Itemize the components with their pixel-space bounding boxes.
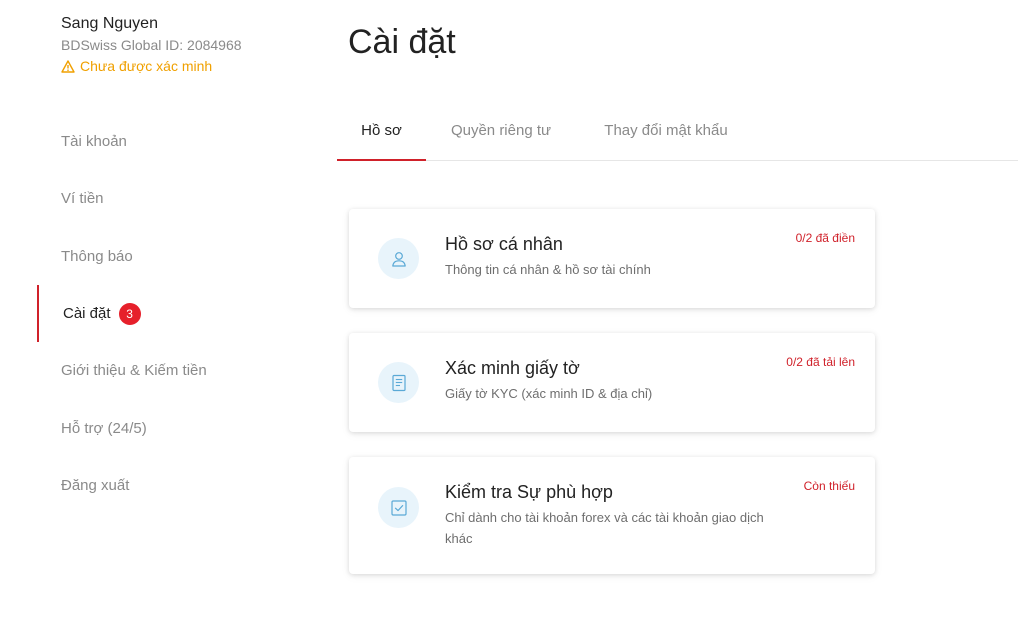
document-icon xyxy=(378,362,419,403)
user-info: Sang Nguyen BDSwiss Global ID: 2084968 C… xyxy=(61,14,242,76)
settings-tabs: Hồ sơ Quyền riêng tư Thay đổi mật khẩu xyxy=(337,100,1018,161)
sidebar-item-account[interactable]: Tài khoản xyxy=(0,113,300,170)
card-appropriateness-test[interactable]: Kiểm tra Sự phù hợp Chỉ dành cho tài kho… xyxy=(349,457,875,574)
tab-profile[interactable]: Hồ sơ xyxy=(337,100,426,161)
sidebar: Sang Nguyen BDSwiss Global ID: 2084968 C… xyxy=(0,0,300,631)
user-name: Sang Nguyen xyxy=(61,15,158,32)
sidebar-item-logout[interactable]: Đăng xuất xyxy=(0,457,300,514)
notification-badge: 3 xyxy=(118,302,141,325)
card-title: Hồ sơ cá nhân xyxy=(445,234,563,254)
sidebar-item-settings[interactable]: Cài đặt 3 xyxy=(0,284,300,343)
sidebar-item-referral[interactable]: Giới thiệu & Kiếm tiền xyxy=(0,342,300,399)
tab-change-password[interactable]: Thay đổi mật khẩu xyxy=(576,100,756,160)
card-personal-profile[interactable]: Hồ sơ cá nhân Thông tin cá nhân & hồ sơ … xyxy=(349,209,875,308)
card-subtitle: Giấy tờ KYC (xác minh ID & địa chỉ) xyxy=(445,386,653,401)
card-status: Còn thiếu xyxy=(803,479,855,493)
card-document-verification[interactable]: Xác minh giấy tờ Giấy tờ KYC (xác minh I… xyxy=(349,333,875,432)
page-title: Cài đặt xyxy=(348,23,456,61)
user-icon xyxy=(378,238,419,279)
verification-status-label: Chưa được xác minh xyxy=(80,58,213,74)
user-global-id: BDSwiss Global ID: 2084968 xyxy=(61,37,242,53)
tab-privacy[interactable]: Quyền riêng tư xyxy=(426,100,576,160)
card-title: Xác minh giấy tờ xyxy=(445,358,580,378)
sidebar-item-wallet[interactable]: Ví tiền xyxy=(0,170,300,227)
sidebar-item-notifications[interactable]: Thông báo xyxy=(0,228,300,285)
card-title: Kiểm tra Sự phù hợp xyxy=(445,482,613,502)
card-status: 0/2 đã điền xyxy=(795,231,855,245)
warning-icon xyxy=(61,59,75,73)
sidebar-item-support[interactable]: Hỗ trợ (24/5) xyxy=(0,399,300,456)
verification-status[interactable]: Chưa được xác minh xyxy=(61,56,242,76)
sidebar-item-label: Cài đặt xyxy=(63,305,111,323)
sidebar-item-label: Đăng xuất xyxy=(61,476,130,494)
checkbox-icon xyxy=(378,487,419,528)
card-status: 0/2 đã tải lên xyxy=(786,355,855,369)
sidebar-nav: Tài khoản Ví tiền Thông báo Cài đặt 3 Giớ… xyxy=(0,113,300,514)
sidebar-item-label: Giới thiệu & Kiếm tiền xyxy=(61,362,207,380)
card-subtitle: Chỉ dành cho tài khoản forex và các tài … xyxy=(445,510,764,546)
sidebar-item-label: Tài khoản xyxy=(61,133,127,151)
sidebar-item-label: Ví tiền xyxy=(61,190,104,208)
card-subtitle: Thông tin cá nhân & hồ sơ tài chính xyxy=(445,262,651,277)
sidebar-item-label: Hỗ trợ (24/5) xyxy=(61,419,147,437)
sidebar-item-label: Thông báo xyxy=(61,247,133,265)
